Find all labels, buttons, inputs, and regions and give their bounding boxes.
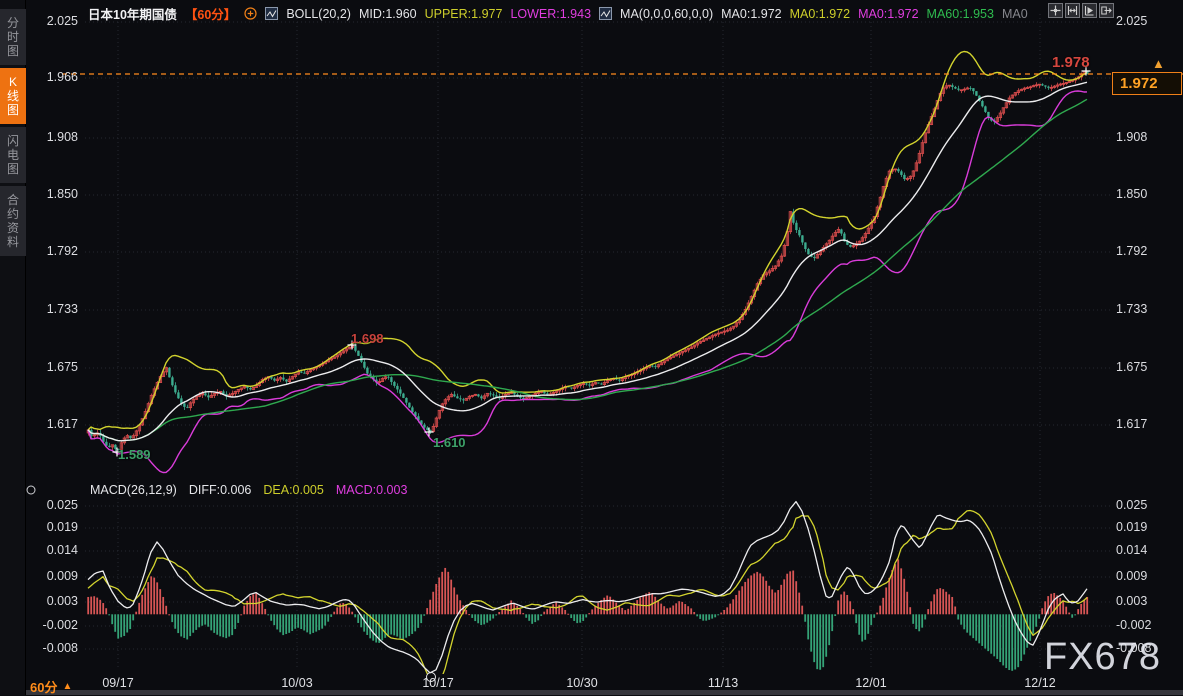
sidebar-item-flash-chart[interactable]: 闪电图 — [0, 127, 26, 183]
macd-dea-value: DEA:0.005 — [263, 483, 323, 497]
ma-label: MA(0,0,0,60,0,0) — [620, 7, 713, 21]
period-selector-label: 60分 — [30, 677, 57, 696]
annotation-start-low: 1.589 — [118, 447, 151, 462]
ma-indicator-icon[interactable] — [599, 7, 612, 20]
chart-canvas[interactable] — [0, 0, 1183, 695]
sidebar-item-candle-chart[interactable]: K线图 — [0, 68, 26, 124]
macd-diff-value: DIFF:0.006 — [189, 483, 252, 497]
plus-circle-icon[interactable] — [244, 7, 257, 20]
macd-title: MACD(26,12,9) — [90, 483, 177, 497]
macd-macd-value: MACD:0.003 — [336, 483, 408, 497]
annotation-end-high: 1.978 — [1052, 54, 1090, 71]
ma60-green-value: MA60:1.953 — [927, 7, 994, 21]
zoom-range-icon[interactable] — [1065, 3, 1080, 18]
watermark: FX678 — [1044, 636, 1161, 679]
sidebar-item-time-chart[interactable]: 分时图 — [0, 9, 26, 65]
boll-label: BOLL(20,2) — [286, 7, 351, 21]
bottom-strip — [0, 690, 1183, 695]
ma0-magenta-value: MA0:1.972 — [858, 7, 918, 21]
sidebar: 分时图 K线图 闪电图 合约资料 — [0, 0, 26, 695]
sidebar-item-contract-info[interactable]: 合约资料 — [0, 186, 26, 256]
macd-header: MACD(26,12,9) DIFF:0.006 DEA:0.005 MACD:… — [90, 483, 407, 497]
ma0-yellow-value: MA0:1.972 — [790, 7, 850, 21]
current-price-tag[interactable]: 1.972 — [1112, 72, 1182, 95]
price-tag-arrow-icon: ▲ — [1152, 56, 1165, 71]
boll-mid-value: MID:1.960 — [359, 7, 417, 21]
boll-lower-value: LOWER:1.943 — [510, 7, 591, 21]
shift-right-icon[interactable] — [1099, 3, 1114, 18]
chart-toolbar — [1048, 3, 1114, 18]
period-selector[interactable]: 60分 ▲ — [30, 677, 72, 696]
chart-header: 日本10年期国债 【60分】 BOLL(20,2) MID:1.960 UPPE… — [88, 4, 1028, 23]
triangle-up-icon: ▲ — [62, 681, 72, 692]
boll-upper-value: UPPER:1.977 — [425, 7, 503, 21]
period-badge[interactable]: 【60分】 — [185, 4, 236, 23]
ma0-white-value: MA0:1.972 — [721, 7, 781, 21]
crosshair-icon[interactable] — [1048, 3, 1063, 18]
annotation-mid-high: 1.698 — [351, 331, 384, 346]
annotation-mid-low: 1.610 — [433, 435, 466, 450]
zoom-play-icon[interactable] — [1082, 3, 1097, 18]
boll-indicator-icon[interactable] — [265, 7, 278, 20]
ma0-gray-value: MA0 — [1002, 7, 1028, 21]
symbol-name: 日本10年期国债 — [88, 4, 177, 23]
